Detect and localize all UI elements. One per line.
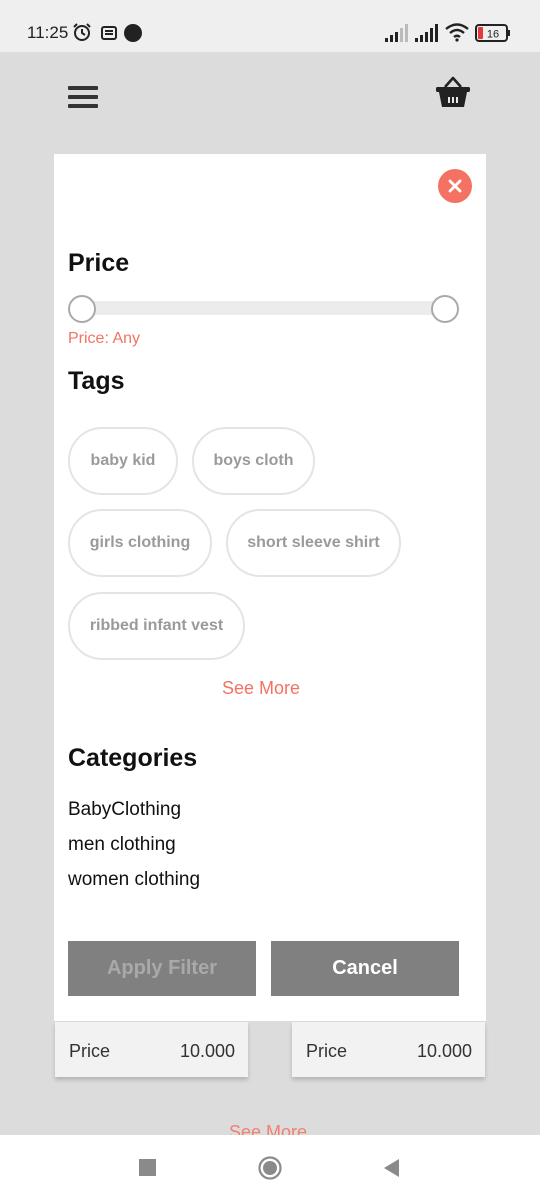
filter-modal: Price Price: Any Tags baby kid boys clot… xyxy=(54,154,486,1021)
tag-chip[interactable]: girls clothing xyxy=(68,509,212,577)
price-range-slider[interactable] xyxy=(81,301,457,315)
category-item[interactable]: BabyClothing xyxy=(68,799,181,821)
dot-icon xyxy=(124,24,142,42)
notification-icon xyxy=(101,26,117,40)
status-time: 11:25 xyxy=(27,23,69,42)
product-card[interactable]: Price 10.000 xyxy=(292,1022,485,1077)
battery-icon: 16 xyxy=(475,24,510,42)
tag-chip[interactable]: boys cloth xyxy=(192,427,315,495)
close-button[interactable] xyxy=(438,169,472,203)
tag-chip[interactable]: ribbed infant vest xyxy=(68,592,245,660)
tag-chip[interactable]: baby kid xyxy=(68,427,178,495)
wifi-icon xyxy=(445,23,469,42)
battery-level: 16 xyxy=(487,29,499,41)
cancel-button[interactable]: Cancel xyxy=(271,941,459,996)
product-card[interactable]: Price 10.000 xyxy=(55,1022,248,1077)
alarm-icon xyxy=(73,23,91,41)
categories-title: Categories xyxy=(68,744,198,772)
tags-see-more-link[interactable]: See More xyxy=(222,678,300,699)
basket-icon[interactable] xyxy=(435,74,471,110)
tag-chip[interactable]: short sleeve shirt xyxy=(226,509,401,577)
signal-icon xyxy=(415,24,438,42)
tags-title: Tags xyxy=(68,367,125,395)
home-button[interactable] xyxy=(258,1156,282,1180)
apply-filter-button[interactable]: Apply Filter xyxy=(68,941,256,996)
status-bar: 11:25 16 xyxy=(0,0,540,52)
recents-button[interactable] xyxy=(139,1159,156,1176)
product-price-value: 10.000 xyxy=(416,1041,472,1061)
price-max-handle[interactable] xyxy=(431,295,459,323)
close-icon xyxy=(448,179,462,193)
product-price-label: Price xyxy=(69,1041,111,1061)
product-price-label: Price xyxy=(306,1041,348,1061)
hamburger-menu-icon[interactable] xyxy=(68,86,98,110)
category-item[interactable]: women clothing xyxy=(68,869,200,891)
system-nav-bar xyxy=(0,1135,540,1200)
category-item[interactable]: men clothing xyxy=(68,834,176,856)
price-title: Price xyxy=(68,249,130,277)
price-min-handle[interactable] xyxy=(68,295,96,323)
product-price-value: 10.000 xyxy=(179,1041,235,1061)
back-button[interactable] xyxy=(381,1157,401,1179)
signal-icon xyxy=(385,24,408,42)
price-status: Price: Any xyxy=(68,330,141,347)
